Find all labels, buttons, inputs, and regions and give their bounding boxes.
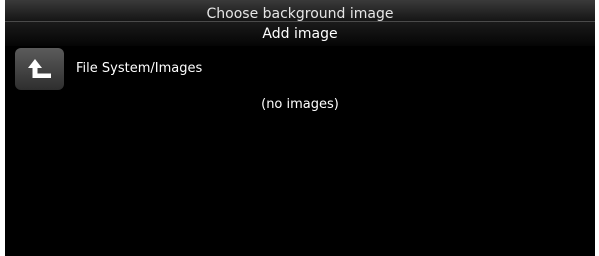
up-arrow-icon — [28, 59, 51, 78]
parent-dialog-title: Choose background image — [206, 6, 394, 21]
dialog-title: Add image — [262, 26, 338, 42]
dialog-header: Add image — [5, 21, 595, 46]
current-folder-path: File System/Images — [76, 61, 203, 76]
up-folder-button[interactable] — [15, 48, 64, 90]
parent-dialog-title-bar: Choose background image — [5, 0, 595, 21]
phone-screen: Choose background image Add image File S… — [5, 0, 595, 256]
empty-list-message: (no images) — [261, 97, 339, 112]
